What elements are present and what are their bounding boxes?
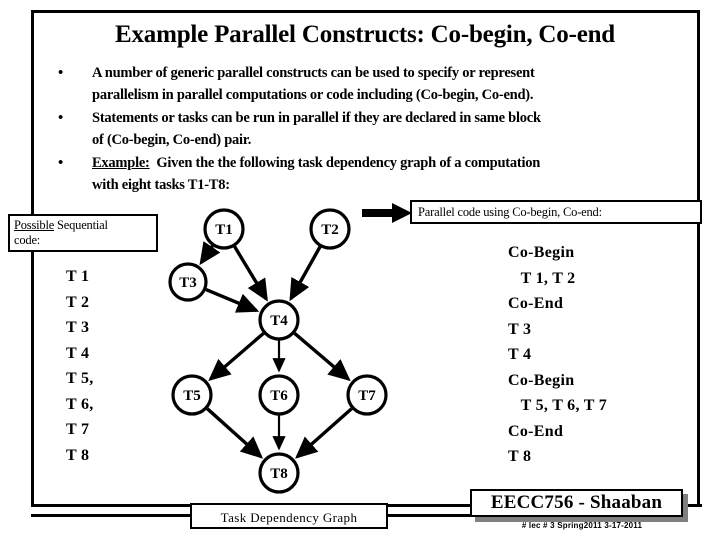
node-label: T4	[270, 313, 288, 329]
node-label: T6	[270, 388, 288, 404]
graph-node-t7[interactable]: T7	[346, 374, 388, 416]
graph-edge-t7-t8	[295, 407, 353, 459]
graph-node-t5[interactable]: T5	[171, 374, 213, 416]
graph-edge-t4-t7	[293, 332, 351, 382]
course-badge-label: EECC756 - Shaaban	[490, 492, 663, 513]
task-dependency-graph: T1 T2 T3 T4 T5 T6 T7 T8	[168, 208, 388, 494]
footer-meta: # lec # 3 Spring2011 3-17-2011	[521, 521, 643, 530]
node-label: T7	[358, 388, 376, 404]
graph-edge-t3-t4	[205, 287, 260, 313]
graph-edge-t5-t8	[206, 407, 264, 459]
graph-node-t6[interactable]: T6	[258, 374, 300, 416]
graph-node-t4[interactable]: T4	[258, 299, 300, 341]
graph-edge-t2-t4	[289, 246, 322, 302]
graph-node-t3[interactable]: T3	[168, 262, 208, 302]
node-label: T2	[321, 222, 339, 238]
graph-node-t2[interactable]: T2	[309, 208, 351, 250]
footer-rule-left	[31, 514, 191, 517]
node-label: T8	[270, 466, 288, 482]
node-label: T3	[179, 275, 197, 291]
graph-edge-t1-t4	[233, 245, 268, 302]
graph-edge-t4-t5	[208, 332, 265, 382]
slide-canvas: Example Parallel Constructs: Co-begin, C…	[0, 0, 720, 540]
graph-edge-t1-t3	[199, 241, 221, 266]
graph-caption: Task Dependency Graph	[190, 503, 388, 529]
course-badge: EECC756 - Shaaban	[470, 489, 683, 517]
graph-edges	[199, 241, 353, 459]
graph-node-t8[interactable]: T8	[258, 452, 300, 494]
footer-rule-mid	[387, 514, 472, 517]
graph-node-t1[interactable]: T1	[203, 208, 245, 250]
node-label: T5	[183, 388, 201, 404]
node-label: T1	[215, 222, 233, 238]
